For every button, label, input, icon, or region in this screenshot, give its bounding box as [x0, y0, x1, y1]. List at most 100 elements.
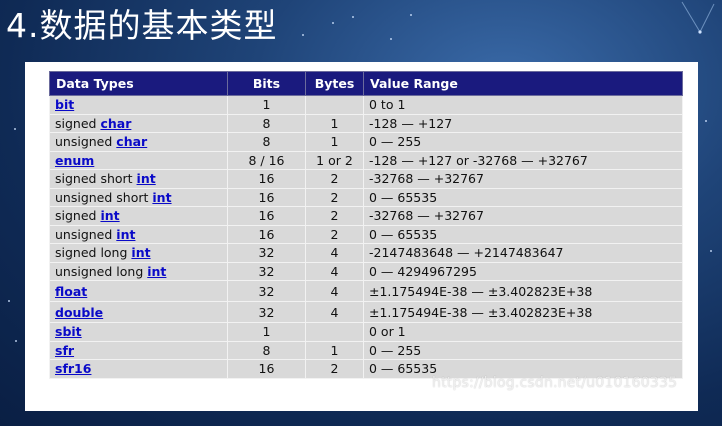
bytes-cell: 2: [305, 224, 364, 244]
bytes-cell: 2: [305, 187, 364, 207]
bytes-cell: 4: [305, 280, 364, 302]
type-cell: signed short int: [49, 169, 228, 189]
type-cell: signed char: [49, 113, 228, 133]
bits-cell: 8: [227, 340, 306, 360]
header-value-range: Value Range: [363, 71, 683, 96]
table-row: unsigned long int 32 4 0 — 4294967295: [49, 261, 683, 281]
type-keyword-link[interactable]: int: [116, 227, 135, 242]
value-range-cell: ±1.175494E-38 — ±3.402823E+38: [363, 301, 683, 323]
type-prefix: unsigned long: [55, 263, 148, 279]
type-keyword-link[interactable]: int: [131, 245, 150, 260]
bytes-cell: [305, 95, 364, 115]
table-row: unsigned int 16 2 0 — 65535: [49, 224, 683, 244]
type-prefix: signed long: [55, 245, 132, 261]
bytes-cell: 2: [305, 359, 364, 379]
type-keyword-link[interactable]: float: [55, 284, 87, 299]
type-cell: float: [49, 280, 228, 302]
value-range-cell: 0 to 1: [363, 95, 683, 115]
type-keyword-link[interactable]: int: [147, 264, 166, 279]
table-row: unsigned short int 16 2 0 — 65535: [49, 187, 683, 207]
type-cell: signed int: [49, 206, 228, 226]
type-cell: unsigned char: [49, 132, 228, 152]
table-card: Data Types Bits Bytes Value Range bit 1 0 …: [25, 62, 698, 411]
value-range-cell: -128 — +127: [363, 113, 683, 133]
type-keyword-link[interactable]: double: [55, 305, 103, 320]
type-prefix: unsigned: [55, 134, 117, 150]
bytes-cell: 1 or 2: [305, 150, 364, 170]
type-keyword-link[interactable]: int: [137, 171, 156, 186]
type-keyword-link[interactable]: sfr: [55, 343, 74, 358]
bits-cell: 8: [227, 113, 306, 133]
table-row: bit 1 0 to 1: [49, 95, 683, 115]
data-types-table: Data Types Bits Bytes Value Range bit 1 0 …: [49, 71, 683, 379]
bytes-cell: [305, 322, 364, 342]
value-range-cell: -32768 — +32767: [363, 169, 683, 189]
value-range-cell: -2147483648 — +2147483647: [363, 243, 683, 263]
bytes-cell: 1: [305, 132, 364, 152]
value-range-cell: 0 — 4294967295: [363, 261, 683, 281]
value-range-cell: 0 — 255: [363, 132, 683, 152]
table-row: signed char 8 1 -128 — +127: [49, 113, 683, 133]
type-prefix: unsigned short: [55, 189, 153, 205]
bits-cell: 32: [227, 243, 306, 263]
header-data-types: Data Types: [49, 71, 228, 96]
table-row: enum 8 / 16 1 or 2 -128 — +127 or -32768 — …: [49, 150, 683, 170]
table-header-row: Data Types Bits Bytes Value Range: [49, 71, 683, 96]
type-keyword-link[interactable]: sbit: [55, 324, 82, 339]
bits-cell: 32: [227, 301, 306, 323]
table-row: unsigned char 8 1 0 — 255: [49, 132, 683, 152]
bits-cell: 16: [227, 206, 306, 226]
bytes-cell: 4: [305, 243, 364, 263]
table-row: signed short int 16 2 -32768 — +32767: [49, 169, 683, 189]
type-cell: sfr: [49, 340, 228, 360]
type-cell: unsigned long int: [49, 261, 228, 281]
table-row: signed int 16 2 -32768 — +32767: [49, 206, 683, 226]
bytes-cell: 2: [305, 169, 364, 189]
bytes-cell: 4: [305, 301, 364, 323]
type-keyword-link[interactable]: sfr16: [55, 361, 91, 376]
value-range-cell: 0 — 65535: [363, 224, 683, 244]
type-keyword-link[interactable]: char: [116, 134, 147, 149]
value-range-cell: 0 — 255: [363, 340, 683, 360]
bits-cell: 16: [227, 169, 306, 189]
type-keyword-link[interactable]: int: [100, 208, 119, 223]
bits-cell: 1: [227, 95, 306, 115]
value-range-cell: -32768 — +32767: [363, 206, 683, 226]
bytes-cell: 4: [305, 261, 364, 281]
type-keyword-link[interactable]: int: [152, 190, 171, 205]
header-bits: Bits: [227, 71, 306, 96]
type-prefix: signed: [55, 115, 101, 131]
type-prefix: signed: [55, 208, 101, 224]
bits-cell: 1: [227, 322, 306, 342]
table-body: bit 1 0 to 1 signed char 8 1 -128 — +127 unsign…: [49, 95, 683, 379]
table-row: signed long int 32 4 -2147483648 — +2147483…: [49, 243, 683, 263]
type-cell: bit: [49, 95, 228, 115]
type-prefix: signed short: [55, 171, 137, 187]
type-cell: sfr16: [49, 359, 228, 379]
value-range-cell: 0 or 1: [363, 322, 683, 342]
type-cell: unsigned int: [49, 224, 228, 244]
slide-title: 4.数据的基本类型: [6, 6, 278, 45]
type-cell: enum: [49, 150, 228, 170]
bits-cell: 32: [227, 280, 306, 302]
type-cell: signed long int: [49, 243, 228, 263]
table-row: sfr 8 1 0 — 255: [49, 340, 683, 360]
type-keyword-link[interactable]: bit: [55, 97, 74, 112]
bits-cell: 8 / 16: [227, 150, 306, 170]
type-keyword-link[interactable]: char: [100, 116, 131, 131]
bytes-cell: 1: [305, 113, 364, 133]
type-cell: unsigned short int: [49, 187, 228, 207]
bits-cell: 32: [227, 261, 306, 281]
bits-cell: 8: [227, 132, 306, 152]
bytes-cell: 2: [305, 206, 364, 226]
bytes-cell: 1: [305, 340, 364, 360]
value-range-cell: -128 — +127 or -32768 — +32767: [363, 150, 683, 170]
type-keyword-link[interactable]: enum: [55, 153, 94, 168]
header-bytes: Bytes: [305, 71, 364, 96]
decorative-swirl-icon: [681, 1, 715, 34]
table-row: sbit 1 0 or 1: [49, 322, 683, 342]
bits-cell: 16: [227, 359, 306, 379]
table-row: double 32 4 ±1.175494E-38 — ±3.402823E+38: [49, 301, 683, 323]
table-row: float 32 4 ±1.175494E-38 — ±3.402823E+38: [49, 280, 683, 302]
type-cell: double: [49, 301, 228, 323]
